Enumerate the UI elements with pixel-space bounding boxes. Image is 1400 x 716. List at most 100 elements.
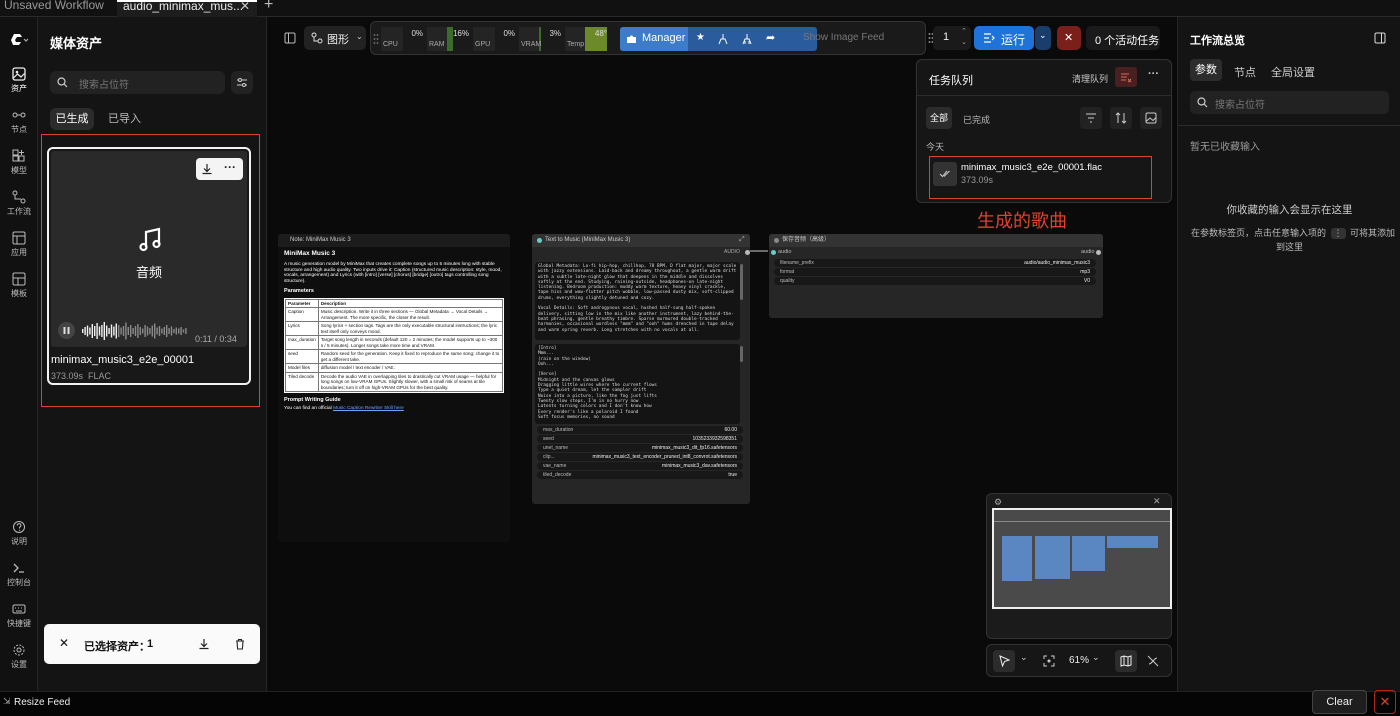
queue-tab-all[interactable]: 全部 [926, 107, 952, 129]
minimap-toggle-button[interactable] [1115, 650, 1137, 672]
add-tab-icon[interactable]: + [264, 0, 273, 14]
pause-icon [63, 327, 70, 334]
tab-global-settings[interactable]: 全局设置 [1271, 64, 1315, 80]
graph-mode-select[interactable]: 图形 ⌄ [304, 26, 366, 50]
panel-toggle-icon[interactable] [1374, 32, 1386, 44]
chevron-down-icon[interactable]: ⌄ [1092, 652, 1100, 663]
waveform[interactable] [82, 321, 188, 341]
tab-params[interactable]: 参数 [1190, 59, 1222, 81]
waveform-bar [139, 327, 141, 335]
node-widget-filename_prefix[interactable]: filename_prefix audio/audio_minimax_music… [774, 259, 1096, 267]
cursor-icon [999, 655, 1010, 667]
close-icon[interactable]: ✕ [1153, 496, 1161, 507]
node-widget-vae_name[interactable]: vae_name minimax_music3_dav.safetensors [537, 462, 743, 470]
rail-item-console[interactable]: 控制台 [0, 561, 38, 601]
rail-item-assets[interactable]: 资产 [0, 67, 38, 107]
filter-button[interactable] [231, 71, 253, 94]
download-icon[interactable] [201, 163, 213, 175]
close-icon[interactable]: ✕ [59, 636, 69, 650]
queue-tab-done[interactable]: 已完成 [963, 113, 990, 126]
active-tasks-button[interactable]: 0 个活动任务 [1086, 26, 1160, 50]
share-icon[interactable]: ➦ [766, 31, 775, 44]
rail-item-settings[interactable]: 设置 [0, 643, 38, 683]
rail-item-templates[interactable]: 模板 [0, 272, 38, 312]
node-widget-format[interactable]: format mp3 [774, 268, 1096, 276]
drag-handle-icon[interactable] [373, 33, 379, 45]
filter-button[interactable] [1080, 107, 1102, 129]
node-header[interactable]: 保存音频（高级） [769, 234, 1103, 247]
view-button[interactable] [1140, 107, 1162, 129]
input-socket[interactable] [771, 250, 776, 255]
search-input[interactable]: 搜索占位符 [1190, 91, 1389, 114]
lyrics-textarea[interactable]: [Intro] Mmm... (rain on the window) Ooh.… [535, 344, 740, 424]
star-icon[interactable]: ★ [696, 32, 705, 43]
caption-textarea[interactable]: Global Metadata: Lo-fi hip-hop, chillhop… [535, 262, 740, 340]
link-visibility-icon[interactable] [1147, 655, 1159, 667]
resize-icon[interactable]: ⇲ [3, 696, 11, 707]
expand-icon[interactable]: ⤢ [739, 236, 745, 244]
sort-button[interactable] [1110, 107, 1132, 129]
cancel-button[interactable]: ✕ [1057, 26, 1081, 50]
note-node[interactable]: Note: MiniMax Music 3 MiniMax Music 3 A … [278, 234, 510, 542]
close-icon[interactable]: ✕ [240, 0, 250, 13]
download-icon[interactable] [198, 638, 210, 650]
manager-button[interactable]: Manager [620, 27, 688, 51]
tab-imported[interactable]: 已导入 [108, 108, 141, 130]
clear-button[interactable]: Clear [1312, 690, 1367, 714]
pause-button[interactable] [58, 322, 75, 339]
clear-queue-label[interactable]: 清理队列 [1072, 72, 1108, 85]
node-widget-clip[interactable]: clip... minimax_music3_text_encoder_prune… [537, 453, 743, 461]
trash-icon[interactable] [234, 638, 246, 650]
run-options-button[interactable]: ⌄ [1035, 26, 1051, 50]
waveform-bar [101, 325, 103, 337]
queue-item[interactable]: minimax_music3_e2e_00001.flac 373.09s [929, 156, 1152, 199]
stepper-icon[interactable]: ⌃ ⌄ [961, 26, 967, 48]
guide-link[interactable]: Music Caption Rewriter Skill here [333, 406, 404, 411]
clear-queue-button[interactable] [1115, 67, 1137, 87]
minimap-settings-icon[interactable]: ⚙ [994, 497, 1002, 508]
scrollbar[interactable] [740, 346, 743, 362]
rail-item-models[interactable]: 模型 [0, 149, 38, 189]
rail-item-nodes[interactable]: 节点 [0, 108, 38, 148]
graph-canvas[interactable]: 图形 ⌄ CPU 0% RAM 16% GPU 0% VRAM 3% Temp 48° Manag… [268, 17, 1177, 691]
node-widget-quality[interactable]: quality V0 [774, 277, 1096, 285]
run-button[interactable]: 运行 [974, 26, 1034, 50]
show-image-feed[interactable]: Show Image Feed [803, 32, 884, 43]
rail-item-shortcuts[interactable]: 快捷键 [0, 602, 38, 642]
tab-unsaved-workflow[interactable]: Unsaved Workflow [0, 0, 112, 17]
more-icon[interactable]: ··· [1148, 68, 1159, 80]
node-widget-max_duration[interactable]: max_duration 60.00 [537, 426, 743, 434]
text-to-music-node[interactable]: Text to Music (MiniMax Music 3) ⤢ AUDIO … [532, 234, 750, 504]
node-header[interactable]: Note: MiniMax Music 3 [278, 234, 510, 247]
output-socket[interactable] [1096, 250, 1101, 255]
broom-all-icon[interactable] [741, 33, 753, 45]
panel-toggle-icon[interactable] [284, 32, 296, 44]
asset-card[interactable]: ··· 音频 0:11 / 0:34 minimax_music3_e2e_00… [47, 147, 251, 385]
save-audio-node[interactable]: 保存音频（高级） audio audio filename_prefix audi… [769, 234, 1103, 318]
node-widget-seed[interactable]: seed 1035233932598351 [537, 435, 743, 443]
node-header[interactable]: Text to Music (MiniMax Music 3) [532, 234, 750, 247]
node-widget-tiled_decode[interactable]: tiled_decode true [537, 471, 743, 479]
close-feed-button[interactable]: ✕ [1374, 690, 1396, 714]
select-tool-button[interactable] [993, 650, 1015, 672]
tab-nodes[interactable]: 节点 [1234, 64, 1256, 80]
zoom-level[interactable]: 61% [1069, 655, 1089, 666]
resize-feed[interactable]: Resize Feed [14, 697, 70, 708]
tab-generated[interactable]: 已生成 [50, 108, 94, 130]
batch-count-input[interactable]: 1 ⌃ ⌄ [933, 26, 971, 50]
rail-item-apps[interactable]: 应用 [0, 231, 38, 271]
search-input[interactable]: 搜索占位符 [50, 71, 225, 94]
minimap-viewport[interactable] [992, 508, 1172, 609]
logo-icon[interactable] [9, 32, 29, 48]
rail-item-workflows[interactable]: 工作流 [0, 190, 38, 230]
scrollbar[interactable] [740, 264, 743, 300]
fit-view-icon[interactable] [1043, 655, 1055, 667]
tab-active[interactable]: audio_minimax_mus... ✕ [117, 0, 257, 17]
node-widget-unet_name[interactable]: unet_name minimax_music3_dit_fp16.safeten… [537, 444, 743, 452]
more-icon[interactable]: ··· [224, 160, 236, 174]
broom-icon[interactable] [717, 33, 729, 45]
minimap[interactable]: ⚙ ✕ [986, 493, 1172, 639]
manager-label: Manager [642, 32, 686, 44]
chevron-down-icon[interactable]: ⌄ [1020, 652, 1028, 663]
rail-item-help[interactable]: 说明 [0, 520, 38, 560]
